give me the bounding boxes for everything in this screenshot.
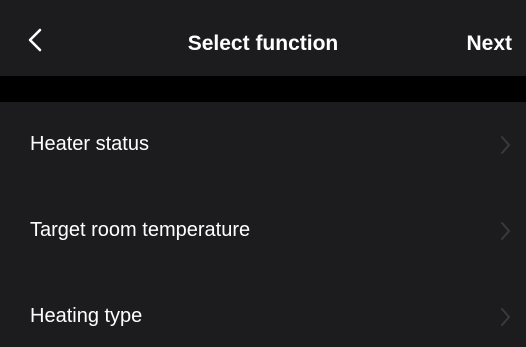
chevron-right-icon bbox=[500, 220, 512, 242]
section-divider bbox=[0, 76, 526, 102]
chevron-right-icon bbox=[500, 306, 512, 328]
select-function-screen: Select function Next Heater status Targe… bbox=[0, 0, 526, 347]
list-item-target-room-temperature[interactable]: Target room temperature bbox=[0, 188, 526, 274]
list-item-label: Heater status bbox=[30, 133, 149, 155]
chevron-left-icon bbox=[18, 18, 58, 62]
list-item-label: Target room temperature bbox=[30, 219, 251, 241]
back-button[interactable] bbox=[18, 18, 58, 62]
next-button[interactable]: Next bbox=[466, 30, 512, 58]
function-list: Heater status Target room temperature He… bbox=[0, 102, 526, 347]
list-item-heater-status[interactable]: Heater status bbox=[0, 102, 526, 188]
navigation-bar: Select function Next bbox=[0, 0, 526, 76]
list-item-heating-type[interactable]: Heating type bbox=[0, 274, 526, 347]
chevron-right-icon bbox=[500, 134, 512, 156]
list-item-label: Heating type bbox=[30, 305, 143, 327]
page-title: Select function bbox=[187, 32, 339, 55]
